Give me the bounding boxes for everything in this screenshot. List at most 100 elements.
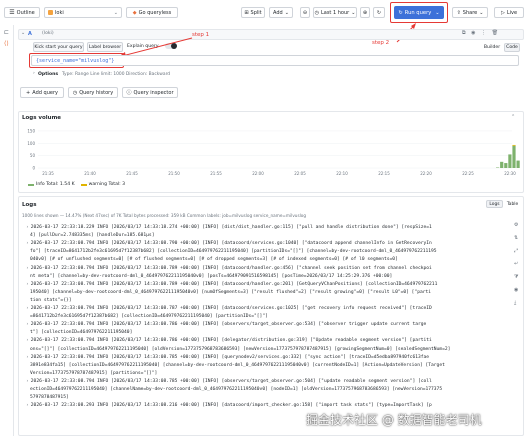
- info-bar[interactable]: [512, 145, 516, 168]
- log-line[interactable]: › 2026-03-17 22:33:08.794 INFO [2026/03/1…: [26, 240, 514, 248]
- split-button[interactable]: ⊞ Split: [241, 7, 265, 18]
- warning-bar[interactable]: [512, 144, 516, 146]
- add-query-button[interactable]: + Add query: [20, 87, 64, 98]
- options-chevron-icon[interactable]: ›: [33, 71, 35, 76]
- chevron-down-icon: ⌄: [113, 9, 118, 16]
- code-tab[interactable]: Code: [504, 43, 520, 52]
- legend-warning[interactable]: warning Total: 3: [80, 182, 125, 187]
- collapse-row-icon[interactable]: ⌄: [21, 30, 25, 36]
- log-line[interactable]: › 2026-03-17 22:33:08.794 INFO [2026/03/1…: [26, 305, 514, 313]
- collapse-icon[interactable]: ⊏: [4, 29, 9, 36]
- log-line-text: =8641712b2fe3c61695d7f12387b682] [collec…: [30, 314, 268, 320]
- info-bar[interactable]: [508, 154, 512, 168]
- add-button[interactable]: Add ⌄: [269, 7, 293, 18]
- chevron-down-icon: ⌄: [351, 9, 356, 16]
- log-line[interactable]: t"] [collectionID=464979762211195040]: [26, 329, 514, 337]
- chevron-right-icon: ›: [26, 338, 29, 344]
- time-range-picker[interactable]: ◷ Last 1 hour ⌄: [313, 7, 357, 18]
- query-editor[interactable]: {service_name="milvuslog"}: [31, 55, 519, 66]
- wrap-icon[interactable]: ↵: [514, 261, 522, 267]
- zoom-out-button[interactable]: ⊖: [300, 7, 310, 18]
- log-line[interactable]: nt meta"] [channel=by-dev-rootcoord-dml_…: [26, 273, 514, 281]
- expand-icon[interactable]: ⤢: [514, 248, 522, 254]
- history-icon: ◷: [72, 89, 78, 96]
- log-line-text: ectionID=464979762211195040] [channelNam…: [30, 387, 443, 392]
- info-bar[interactable]: [516, 160, 520, 168]
- settings-icon[interactable]: ⚙: [514, 222, 522, 228]
- chevron-right-icon: ›: [26, 225, 29, 230]
- refresh-button[interactable]: ↻: [373, 7, 385, 18]
- log-line[interactable]: 195040] [channel=by-dev-rootcoord-dml_0_…: [26, 289, 514, 297]
- log-line[interactable]: tion stats"={}]: [26, 297, 514, 305]
- log-line-text: nt meta"] [channel=by-dev-rootcoord-dml_…: [30, 273, 393, 279]
- logs-tab[interactable]: Logs: [486, 200, 503, 208]
- step1-annotation: step 1: [192, 32, 210, 38]
- chevron-right-icon: ›: [26, 265, 29, 271]
- info-icon: ⓘ: [126, 90, 132, 96]
- log-line[interactable]: 4] [pullDur=2.748335ms] [handleDur=185.6…: [26, 232, 514, 240]
- live-button[interactable]: ▷ Live: [494, 7, 524, 18]
- table-tab[interactable]: Table: [504, 200, 521, 208]
- log-line[interactable]: › 2026-03-17 22:33:08.794 INFO [2026/03/1…: [26, 354, 514, 362]
- log-line[interactable]: › 2026-03-17 22:33:08.293 INFO [2026/03/1…: [26, 402, 514, 410]
- chevron-right-icon: ›: [26, 378, 29, 384]
- logs-volume-collapse-icon[interactable]: ⌃: [511, 114, 515, 120]
- log-line-text: 2026-03-17 22:33:08.794 INFO [2026/03/17…: [30, 322, 427, 328]
- log-line[interactable]: › 2026-03-17 22:33:08.794 INFO [2026/03/1…: [26, 321, 514, 329]
- query-expression: {service_name="milvuslog"}: [36, 58, 115, 64]
- eye-icon[interactable]: ◉: [514, 287, 522, 293]
- x-tick-label: 21:55: [210, 171, 222, 176]
- chevron-right-icon: ›: [26, 322, 29, 328]
- log-line-text: 5797878487915]: [30, 395, 69, 401]
- log-line[interactable]: › 2026-03-17 22:33:18.229 INFO [2026/03/1…: [26, 224, 514, 232]
- log-line-text: 4] [pullDur=2.748335ms] [handleDur=185.6…: [30, 233, 155, 239]
- legend-info[interactable]: Info Total: 1.54 K: [28, 182, 75, 187]
- info-bar[interactable]: [504, 163, 508, 168]
- content-outline-icon[interactable]: ⟨⟩: [4, 40, 9, 47]
- log-line[interactable]: 3891e834fa15] [collectionID=464979762211…: [26, 362, 514, 370]
- sort-icon[interactable]: ⇅: [514, 235, 522, 241]
- log-line[interactable]: fo"] [traceID=8641712b2fe3c61695d7f12387…: [26, 248, 514, 256]
- log-line[interactable]: 040v0] [# of unflushed segments=0] [# of…: [26, 256, 514, 264]
- log-line-text: tion stats"={}]: [30, 297, 72, 303]
- x-tick-label: 21:50: [168, 171, 180, 176]
- info-bar[interactable]: [500, 161, 504, 168]
- zoom-in-button[interactable]: ⊕: [360, 7, 370, 18]
- query-row-actions[interactable]: ⧉ ◉ ⋮ 🗑: [462, 30, 500, 36]
- watermark: 掘金技术社区 @ 数据智能老司机: [306, 413, 482, 427]
- kick-start-button[interactable]: Kick start your query: [33, 42, 84, 52]
- log-line-text: t"] [collectionID=464979762211195040]: [30, 330, 133, 336]
- log-line[interactable]: 5797878487915]: [26, 394, 514, 402]
- logs-volume-title: Logs volume: [22, 115, 62, 121]
- clock-icon: ◷: [314, 9, 319, 16]
- log-line-text: 2026-03-17 22:33:08.293 INFO [2026/03/17…: [30, 403, 432, 409]
- chevron-right-icon: ›: [26, 241, 29, 247]
- side-rail: [0, 25, 14, 436]
- query-inspector-button[interactable]: ⓘ Query inspector: [122, 87, 178, 98]
- log-line[interactable]: › 2026-03-17 22:33:08.794 INFO [2026/03/1…: [26, 281, 514, 289]
- log-line[interactable]: › 2026-03-17 22:33:08.794 INFO [2026/03/1…: [26, 378, 514, 386]
- go-queryless-button[interactable]: ◆ Go queryless: [126, 7, 178, 18]
- log-line[interactable]: =8641712b2fe3c61695d7f12387b682] [collec…: [26, 313, 514, 321]
- log-line[interactable]: ectionID=464979762211195040] [channelNam…: [26, 386, 514, 394]
- datasource-picker[interactable]: loki ⌄: [44, 7, 122, 18]
- outline-button[interactable]: ☰ Outline: [4, 7, 40, 18]
- x-tick-label: 22:15: [378, 171, 390, 176]
- download-icon[interactable]: ⤓: [514, 300, 522, 306]
- log-line[interactable]: ons="[]"] [collectionID=4649797622111950…: [26, 346, 514, 354]
- builder-tab[interactable]: Builder: [481, 43, 503, 52]
- log-line[interactable]: › 2026-03-17 22:33:08.794 INFO [2026/03/1…: [26, 337, 514, 345]
- x-tick-label: 22:00: [252, 171, 264, 176]
- log-line[interactable]: Version=1773757978787487915] [partitions…: [26, 370, 514, 378]
- share-button[interactable]: ⇪ Share ⌄: [452, 7, 488, 18]
- log-line-text: ons="[]"] [collectionID=4649797622111950…: [30, 346, 451, 352]
- log-line-text: Version=1773757978787487915] [partitions…: [30, 370, 158, 376]
- run-query-button[interactable]: ↻ Run query ⌄: [394, 6, 444, 19]
- x-tick-label: 22:20: [420, 171, 432, 176]
- chevron-down-icon: ⌄: [479, 9, 484, 16]
- log-line-text: 195040] [channel=by-dev-rootcoord-dml_0_…: [30, 289, 432, 295]
- query-history-button[interactable]: ◷ Query history: [68, 87, 118, 98]
- log-line[interactable]: › 2026-03-17 22:33:08.794 INFO [2026/03/1…: [26, 265, 514, 273]
- filter-icon[interactable]: ⧩: [514, 274, 522, 280]
- x-tick-label: 22:25: [462, 171, 474, 176]
